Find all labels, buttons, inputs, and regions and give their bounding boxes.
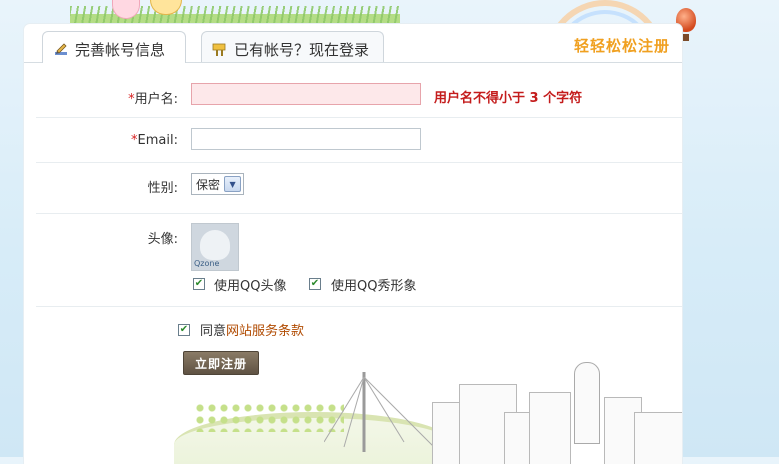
avatar-row: 头像: Qzone ✔ 使用QQ头像 ✔ 使用QQ秀形象 — [36, 213, 682, 307]
bridge-decoration — [324, 372, 435, 452]
use-qq-avatar-checkbox[interactable]: ✔ — [193, 278, 205, 290]
qzone-logo-text: Qzone — [194, 259, 220, 268]
use-qq-show-checkbox[interactable]: ✔ — [309, 278, 321, 290]
tab-label: 已有帐号？现在登录 — [234, 41, 370, 59]
tv-tower-decoration — [574, 362, 600, 444]
gender-selected-value: 保密 — [196, 177, 221, 192]
city-illustration — [174, 362, 682, 464]
avatar-image[interactable]: Qzone — [191, 223, 239, 271]
email-label: *Email: — [131, 133, 178, 148]
agree-terms-label: 同意网站服务条款 — [200, 324, 305, 339]
email-row: *Email: — [36, 117, 682, 163]
avatar-silhouette — [200, 230, 230, 260]
tab-label: 完善帐号信息 — [75, 41, 166, 59]
email-input[interactable] — [191, 128, 421, 150]
gender-select[interactable]: 保密 ▼ — [191, 173, 244, 195]
checkmark-icon: ✔ — [310, 278, 320, 289]
sign-icon — [212, 43, 226, 56]
agree-terms-checkbox[interactable]: ✔ — [178, 324, 190, 336]
terms-of-service-link[interactable]: 网站服务条款 — [226, 324, 304, 339]
use-qq-avatar-label: 使用QQ头像 — [214, 279, 287, 294]
tab-complete-account-info[interactable]: 完善帐号信息 — [42, 31, 186, 63]
username-label: *用户名: — [128, 92, 178, 107]
tab-bar: 完善帐号信息 已有帐号？现在登录 轻轻松松注册 — [24, 24, 682, 63]
slogan-text: 轻轻松松注册 — [573, 37, 670, 55]
username-row: *用户名: 用户名不得小于 3 个字符 — [36, 62, 682, 118]
registration-panel: 完善帐号信息 已有帐号？现在登录 轻轻松松注册 *用户名: 用户名不得小于 3 … — [24, 24, 682, 464]
username-error-message: 用户名不得小于 3 个字符 — [434, 91, 583, 106]
gender-label: 性别: — [147, 181, 178, 196]
checkmark-icon: ✔ — [194, 278, 204, 289]
chevron-down-icon: ▼ — [224, 176, 242, 192]
pencil-icon — [55, 43, 67, 55]
gender-row: 性别: 保密 ▼ — [36, 162, 682, 214]
use-qq-show-label: 使用QQ秀形象 — [331, 279, 417, 294]
tab-login-existing-account[interactable]: 已有帐号？现在登录 — [201, 31, 384, 62]
username-input[interactable] — [191, 83, 421, 105]
avatar-label: 头像: — [147, 232, 178, 247]
checkmark-icon: ✔ — [179, 324, 189, 335]
